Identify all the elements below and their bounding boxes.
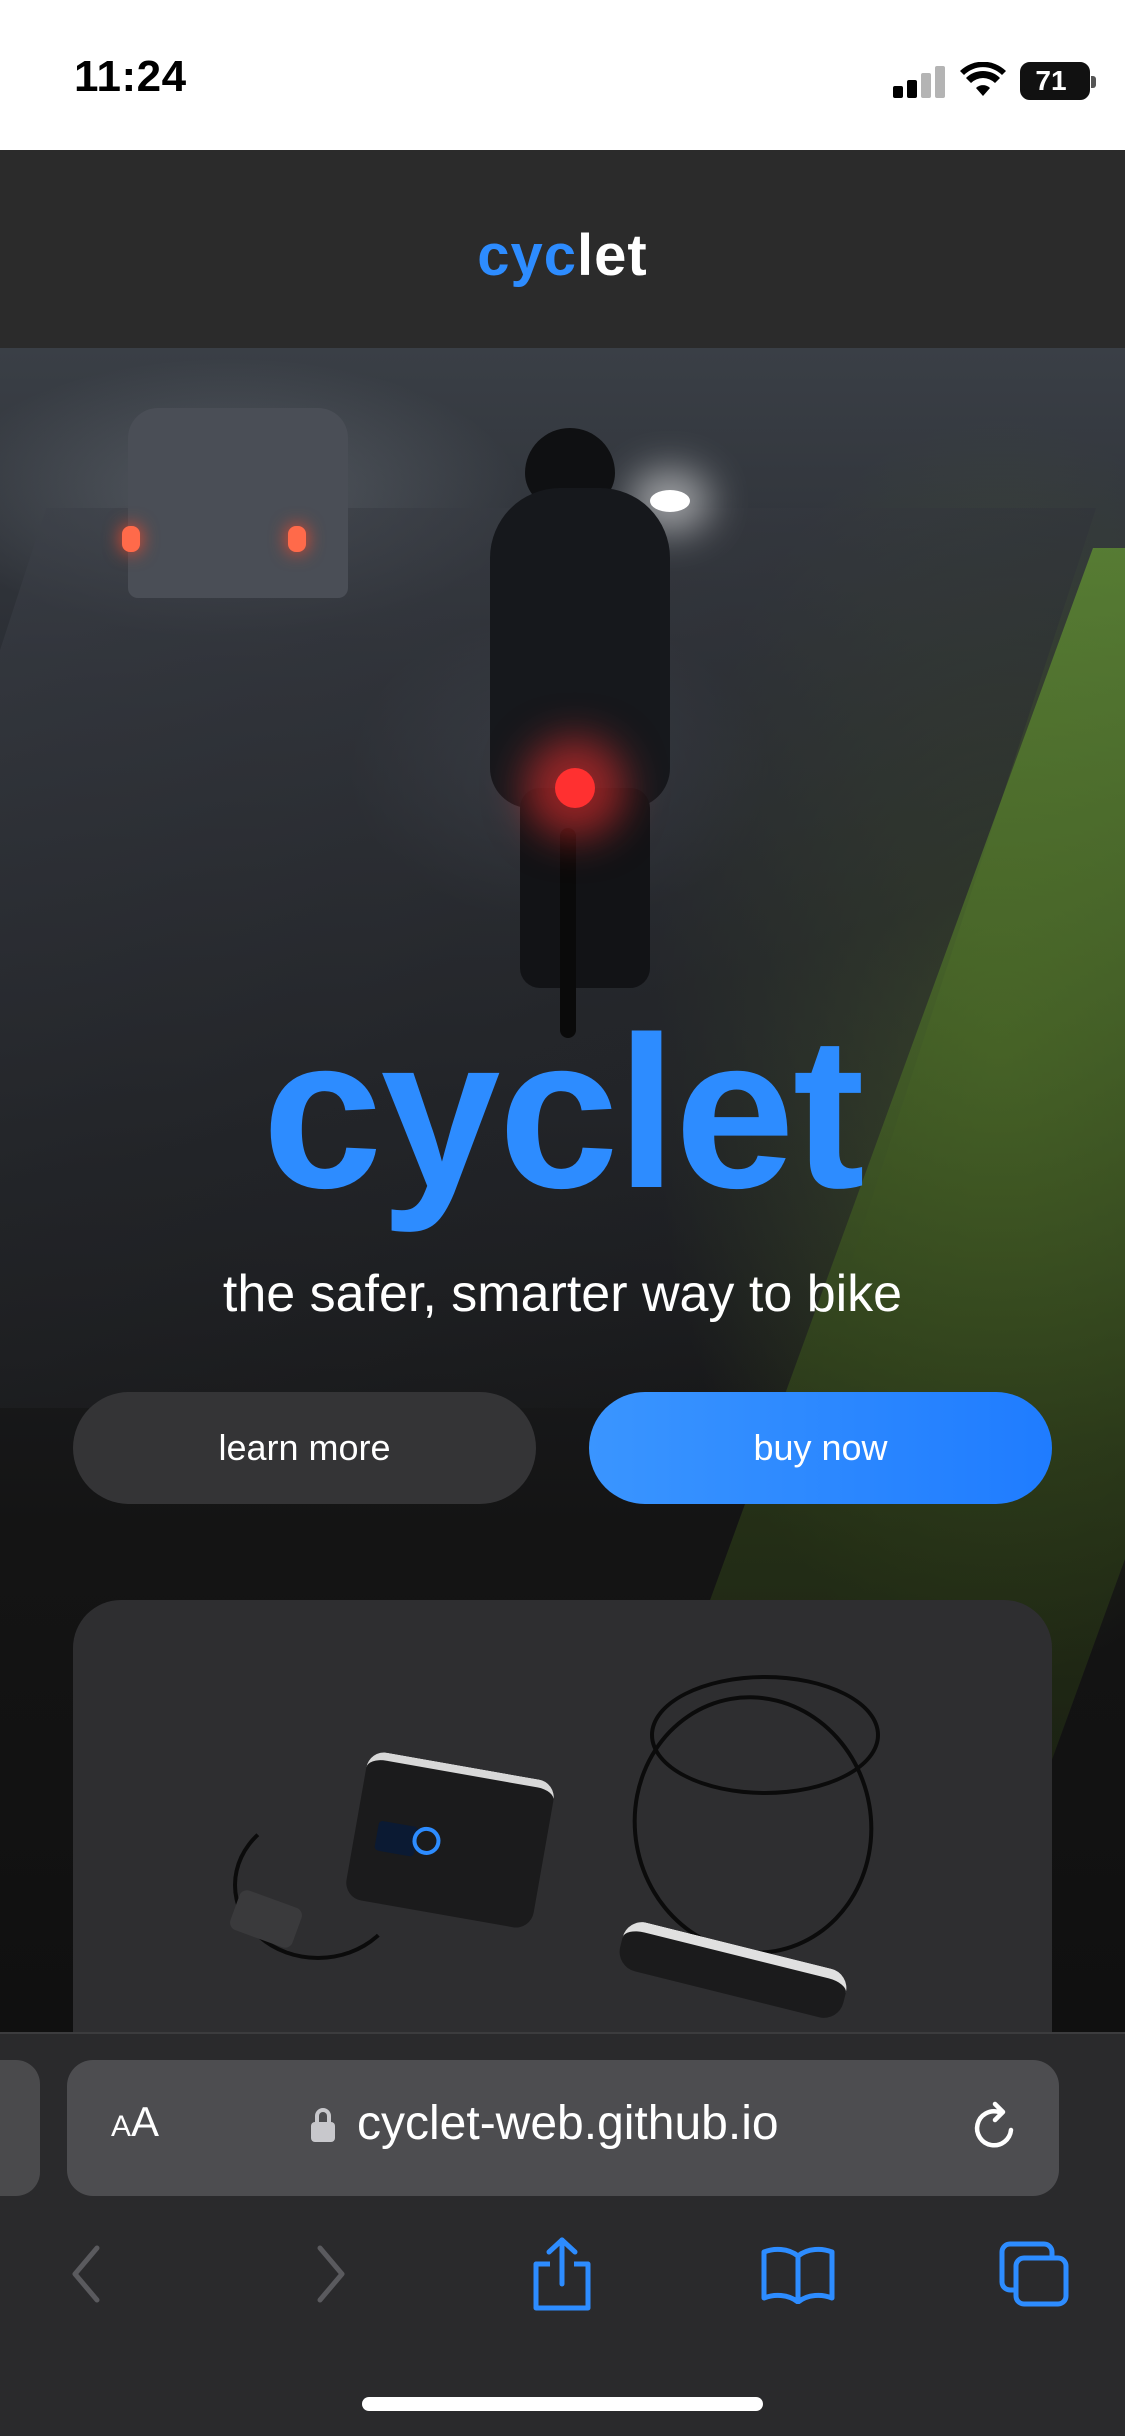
- hero-section: cyclet the safer, smarter way to bike le…: [0, 348, 1125, 2038]
- browser-toolbar: AA cyclet-web.github.io: [0, 2032, 1125, 2436]
- buy-now-button[interactable]: buy now: [589, 1392, 1052, 1504]
- previous-tab-preview[interactable]: [0, 2060, 40, 2196]
- hero-car-image: [122, 408, 348, 598]
- tabs-icon: [999, 2241, 1069, 2307]
- logo-part-blue: cyc: [477, 223, 578, 288]
- hero-cyclist-image: [480, 428, 700, 1038]
- url-text[interactable]: cyclet-web.github.io: [357, 2096, 779, 2151]
- reload-icon[interactable]: [967, 2100, 1023, 2156]
- forward-button[interactable]: [290, 2234, 370, 2314]
- reader-options-button[interactable]: AA: [111, 2098, 159, 2158]
- logo-part-white: let: [577, 223, 648, 288]
- book-icon: [761, 2246, 835, 2304]
- header-logo[interactable]: cyclet: [0, 222, 1125, 289]
- address-bar[interactable]: AA cyclet-web.github.io: [67, 2060, 1059, 2196]
- wifi-icon: [960, 62, 1006, 96]
- share-icon: [533, 2237, 591, 2311]
- lock-icon: [311, 2108, 335, 2144]
- status-bar: 11:24 71: [0, 0, 1125, 150]
- hero-tagline: the safer, smarter way to bike: [222, 1265, 903, 1323]
- battery-icon: 71: [1020, 62, 1096, 100]
- site-header: cyclet: [0, 150, 1125, 348]
- product-card: [73, 1600, 1052, 2038]
- status-time: 11:24: [74, 52, 187, 101]
- share-button[interactable]: [522, 2234, 602, 2314]
- bookmarks-button[interactable]: [758, 2234, 838, 2314]
- tabs-button[interactable]: [994, 2234, 1074, 2314]
- back-button[interactable]: [47, 2234, 127, 2314]
- home-indicator[interactable]: [362, 2397, 763, 2411]
- chevron-right-icon: [317, 2245, 345, 2303]
- chevron-left-icon: [72, 2245, 100, 2303]
- learn-more-button[interactable]: learn more: [73, 1392, 536, 1504]
- cellular-signal-icon: [893, 66, 945, 98]
- hero-title: cyclet: [262, 991, 864, 1233]
- battery-level: 71: [1035, 65, 1067, 96]
